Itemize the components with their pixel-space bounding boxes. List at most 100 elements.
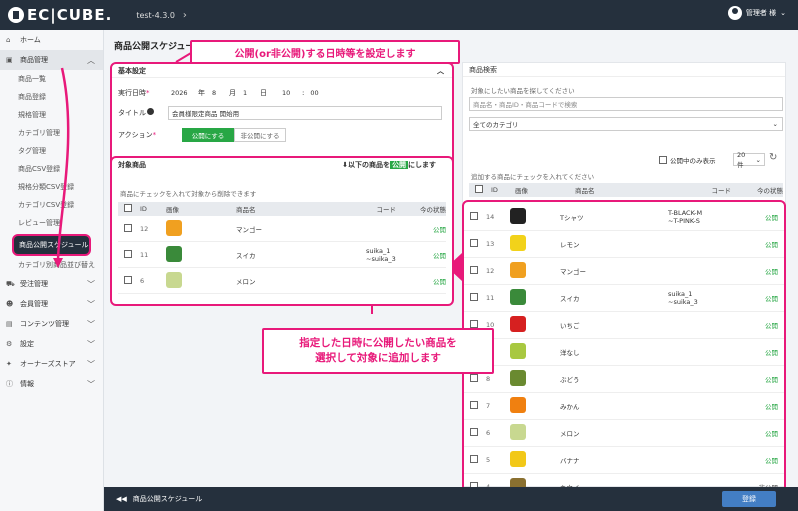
table-row[interactable]: 8 ぶどう 公開 [464, 366, 784, 393]
product-name: メロン [236, 277, 256, 286]
table-row[interactable]: 11 スイカ suika_1 ~suika_3 公開 [464, 285, 784, 312]
product-name: いちご [560, 322, 580, 330]
chevron-down-icon: ﹀ [87, 279, 95, 289]
refresh-icon[interactable]: ↻ [769, 152, 777, 163]
per-page-select[interactable]: 20件 ⌄ [733, 151, 765, 169]
sidebar-item-customers[interactable]: ☻ 会員管理 ﹀ [0, 294, 103, 314]
row-checkbox[interactable] [470, 455, 478, 463]
product-name: マンゴー [236, 225, 262, 234]
select-all-checkbox[interactable] [124, 204, 132, 212]
target-products-header: 対象商品 ⬇以下の商品を 公開 にします [118, 161, 436, 169]
sidebar-item-home[interactable]: ⌂ ホーム [0, 30, 103, 50]
back-chevron-icon[interactable]: ◀◀ [116, 495, 127, 503]
row-checkbox[interactable] [124, 275, 132, 284]
table-row[interactable]: 6 メロン 公開 [464, 420, 784, 447]
sidebar-sub-product-register[interactable]: 商品登録 [0, 88, 103, 106]
table-row[interactable]: 14 Tシャツ T-BLACK-M ~T-PINK-S 公開 [464, 204, 784, 231]
sidebar-item-orders[interactable]: ⛟ 受注管理 ﹀ [0, 274, 103, 294]
publish-button[interactable]: 公開にする [182, 128, 234, 142]
row-id: 11 [140, 250, 149, 259]
status-badge: 公開 [765, 214, 778, 222]
back-link[interactable]: 商品公開スケジュール [133, 494, 203, 504]
row-checkbox[interactable] [470, 212, 478, 220]
search-input[interactable]: 商品名・商品ID・商品コードで検索 [469, 97, 783, 111]
sidebar-sub-class-csv[interactable]: 規格分類CSV登録 [0, 178, 103, 196]
box-icon: ▣ [6, 56, 13, 64]
row-checkbox[interactable] [470, 374, 478, 382]
sidebar-sub-product-list[interactable]: 商品一覧 [0, 70, 103, 88]
chevron-up-icon: ︿ [437, 66, 444, 75]
chevron-down-icon: ⌄ [772, 120, 778, 128]
sidebar-sub-category[interactable]: カテゴリ管理 [0, 124, 103, 142]
row-checkbox[interactable] [124, 223, 132, 232]
footer-bar: ◀◀ 商品公開スケジュール 登録 [104, 487, 798, 511]
sidebar-sub-class[interactable]: 規格管理 [0, 106, 103, 124]
logo[interactable]: EC|CUBE. [8, 6, 112, 24]
row-checkbox[interactable] [124, 249, 132, 258]
product-name: 洋なし [560, 349, 580, 357]
table-row[interactable]: 7 みかん 公開 [464, 393, 784, 420]
row-checkbox[interactable] [470, 401, 478, 409]
table-row[interactable]: 12 マンゴー 公開 [464, 258, 784, 285]
help-icon[interactable] [147, 108, 154, 115]
file-icon: ▤ [6, 320, 13, 328]
row-checkbox[interactable] [470, 239, 478, 247]
chevron-up-icon: ︿ [87, 55, 95, 65]
date-row: 実行日時* 2026 年 8 月 1 日 10 : 00 [118, 86, 328, 100]
table-row[interactable]: 11 スイカ suika_1 ~suika_3 公開 [118, 242, 446, 268]
sidebar-sub-schedule[interactable]: 商品公開スケジュール [12, 234, 91, 256]
only-public-checkbox[interactable] [659, 156, 667, 164]
basic-settings-header[interactable]: 基本設定 ︿ [112, 64, 452, 78]
product-thumbnail [510, 451, 526, 467]
select-all-checkbox[interactable] [475, 185, 483, 193]
status-badge: 公開 [765, 403, 778, 411]
sidebar-sub-product-csv[interactable]: 商品CSV登録 [0, 160, 103, 178]
chevron-down-icon: ⌄ [755, 155, 761, 164]
table-row[interactable]: 13 レモン 公開 [464, 231, 784, 258]
title-input[interactable]: 会員様限定商品 開始用 [168, 106, 442, 120]
table-row[interactable]: 10 いちご 公開 [464, 312, 784, 339]
sidebar-sub-tag[interactable]: タグ管理 [0, 142, 103, 160]
hour-select[interactable]: 10 [279, 86, 299, 100]
main-content: 商品公開スケジュール 基本設定 ︿ 実行日時* 2026 年 8 月 1 日 10… [104, 30, 798, 504]
row-checkbox[interactable] [470, 293, 478, 301]
product-thumbnail [510, 343, 526, 359]
product-thumbnail [510, 397, 526, 413]
sidebar-item-settings[interactable]: ⚙ 設定 ﹀ [0, 334, 103, 354]
chevron-right-icon[interactable]: › [183, 10, 187, 21]
category-select[interactable]: 全てのカテゴリ ⌄ [469, 117, 783, 131]
unpublish-button[interactable]: 非公開にする [234, 128, 286, 142]
table-row[interactable]: 9洋なし公開 [464, 339, 784, 366]
year-select[interactable]: 2026 [168, 86, 194, 100]
row-checkbox[interactable] [470, 320, 478, 328]
sidebar-item-contents[interactable]: ▤ コンテンツ管理 ﹀ [0, 314, 103, 334]
day-select[interactable]: 1 [240, 86, 256, 100]
sidebar-sub-review[interactable]: レビュー管理 [0, 214, 103, 232]
register-button[interactable]: 登録 [722, 491, 776, 507]
row-checkbox[interactable] [470, 266, 478, 274]
product-name: Tシャツ [560, 214, 584, 222]
row-checkbox[interactable] [470, 428, 478, 436]
shop-version: test-4.3.0 [136, 10, 175, 20]
only-public-filter[interactable]: 公開中のみ表示 [659, 155, 716, 165]
sidebar-sub-category-sort[interactable]: カテゴリ別商品並び替え [0, 256, 103, 274]
minute-select[interactable]: 00 [307, 86, 328, 100]
product-code: T-BLACK-M ~T-PINK-S [668, 209, 703, 225]
chevron-down-icon: ﹀ [87, 339, 95, 349]
product-thumbnail [510, 262, 526, 278]
sidebar-sub-category-csv[interactable]: カテゴリCSV登録 [0, 196, 103, 214]
remove-hint: 商品にチェックを入れて対象から削除できます [120, 190, 257, 198]
target-table: ID 画像 商品名 コード 今の状態 12 マンゴー 公開 11 スイカ suika_1 … [118, 202, 446, 294]
sidebar-item-info[interactable]: ⓘ 情報 ﹀ [0, 374, 103, 394]
sidebar-item-store[interactable]: ✦ オーナーズストア ﹀ [0, 354, 103, 374]
month-select[interactable]: 8 [209, 86, 225, 100]
user-menu[interactable]: 管理者 様 ⌄ [727, 6, 786, 20]
table-row[interactable]: 6 メロン 公開 [118, 268, 446, 294]
table-row[interactable]: 5 バナナ 公開 [464, 447, 784, 474]
table-row[interactable]: 12 マンゴー 公開 [118, 216, 446, 242]
status-badge: 公開 [765, 349, 778, 357]
status-badge: 公開 [765, 241, 778, 249]
sidebar-item-products[interactable]: ▣ 商品管理 ︿ [0, 50, 103, 70]
action-label: アクション* [118, 131, 157, 139]
chevron-down-icon: ﹀ [87, 319, 95, 329]
